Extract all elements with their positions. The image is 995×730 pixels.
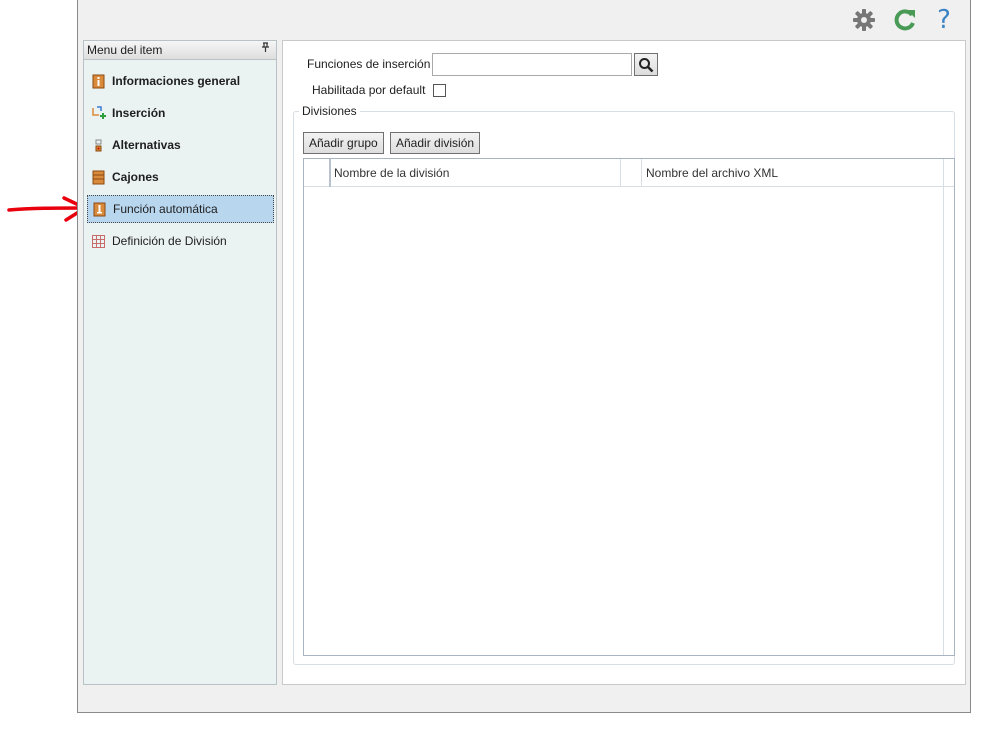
sidebar-item-label: Definición de División [112, 234, 227, 248]
divisions-title: Divisiones [299, 104, 360, 118]
sidebar-item-informaciones-general[interactable]: Informaciones general [87, 67, 274, 95]
sidebar-item-cajones[interactable]: Cajones [87, 163, 274, 191]
grid-icon [91, 234, 106, 249]
column-separator[interactable] [329, 159, 331, 187]
sidebar-item-definicion-de-division[interactable]: Definición de División [87, 227, 274, 255]
panel-header: Menu del item [84, 41, 276, 60]
panel-title: Menu del item [87, 43, 163, 57]
add-group-button[interactable]: Añadir grupo [303, 132, 384, 154]
refresh-icon[interactable] [892, 7, 918, 33]
column-separator[interactable] [641, 159, 642, 187]
insertion-icon [91, 105, 106, 121]
grid-right-border [943, 187, 944, 655]
sidebar-item-label: Cajones [112, 170, 159, 184]
help-icon[interactable]: ? [931, 7, 957, 33]
column-separator[interactable] [943, 159, 944, 187]
auto-function-icon [92, 202, 107, 217]
alternatives-icon [91, 138, 106, 153]
sidebar-item-label: Informaciones general [112, 74, 241, 88]
insert-functions-label: Funciones de inserción [307, 57, 431, 71]
default-enabled-label: Habilitada por default [312, 83, 426, 97]
default-enabled-checkbox[interactable] [433, 84, 446, 97]
annotation-arrow [7, 196, 87, 222]
gear-icon[interactable] [851, 7, 877, 33]
item-menu-panel: Menu del item Informaciones general Inse… [83, 40, 277, 685]
pin-icon[interactable] [261, 41, 270, 59]
grid-header: Nombre de la división Nombre del archivo… [304, 159, 954, 187]
info-icon [91, 74, 106, 89]
content-panel: Funciones de inserción Habilitada por de… [282, 40, 966, 685]
column-header-xml-file[interactable]: Nombre del archivo XML [646, 166, 778, 180]
sidebar-item-label: Inserción [112, 106, 166, 120]
sidebar-item-insercion[interactable]: Inserción [87, 99, 274, 127]
sidebar-item-alternativas[interactable]: Alternativas [87, 131, 274, 159]
column-header-division-name[interactable]: Nombre de la división [334, 166, 449, 180]
search-icon [639, 57, 654, 72]
sidebar-item-funcion-automatica[interactable]: Función automática [87, 195, 274, 223]
drawers-icon [91, 170, 106, 185]
sidebar-item-label: Alternativas [112, 138, 181, 152]
column-separator[interactable] [620, 159, 621, 187]
insert-functions-input[interactable] [432, 53, 632, 76]
search-button[interactable] [634, 53, 658, 76]
sidebar-item-label: Función automática [113, 202, 218, 216]
status-bar [78, 690, 970, 712]
app-window: ? Menu del item Informaciones general In… [77, 0, 971, 713]
divisions-grid[interactable]: Nombre de la división Nombre del archivo… [303, 158, 955, 656]
add-division-button[interactable]: Añadir división [390, 132, 481, 154]
